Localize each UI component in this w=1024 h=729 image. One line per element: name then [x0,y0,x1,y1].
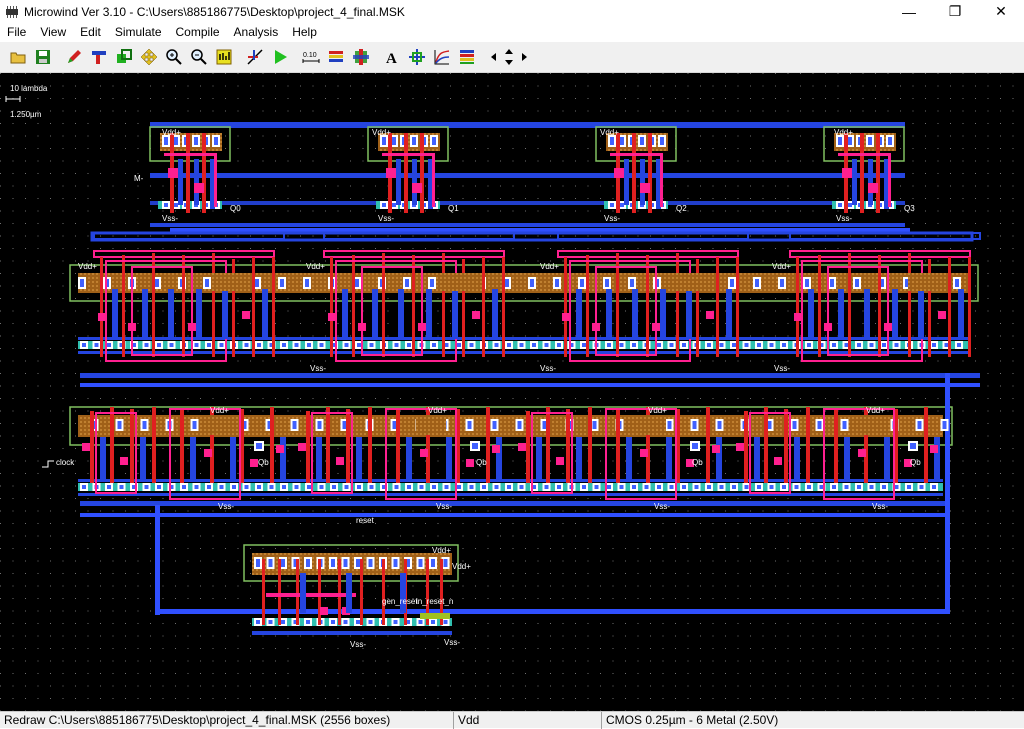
minimize-button[interactable]: — [886,0,932,23]
vss-label: Vss- [540,364,556,373]
vdd-label: Vdd+ [306,262,325,271]
distance-icon[interactable] [243,45,267,69]
m-label: M- [134,174,144,183]
clock-label: clock [56,458,75,467]
vss-label: Vss- [378,214,394,223]
q1-label: Q1 [448,204,459,213]
connector-icon[interactable] [87,45,111,69]
menu-view[interactable]: View [33,23,73,42]
layers-icon[interactable] [455,45,479,69]
vdd-label: Vdd+ [428,406,447,415]
scale-lambda-label: 10 lambda [10,84,48,93]
status-bar: Redraw C:\Users\885186775\Desktop\projec… [0,711,1024,729]
in-reset-n-label: in_reset_n [416,597,453,606]
vdd-label: Vdd+ [372,128,391,137]
q3-label: Q3 [904,204,915,213]
vdd-label: Vdd+ [210,406,229,415]
vdd-label: Vdd+ [540,262,559,271]
title-bar: Microwind Ver 3.10 - C:\Users\885186775\… [0,0,1024,23]
menu-edit[interactable]: Edit [73,23,108,42]
microwind-app-icon [4,4,20,20]
close-button[interactable]: ✕ [978,0,1024,23]
duplicate-icon[interactable] [112,45,136,69]
open-icon[interactable] [6,45,30,69]
vdd-label: Vdd+ [600,128,619,137]
navigate-icon[interactable] [486,45,532,69]
window-title: Microwind Ver 3.10 - C:\Users\885186775\… [24,4,405,19]
vdd-label: Vdd+ [866,406,885,415]
menu-analysis[interactable]: Analysis [227,23,286,42]
reset-label: reset [356,516,375,525]
stack-icon[interactable] [324,45,348,69]
run-icon[interactable] [268,45,292,69]
layout-canvas[interactable]: 10 lambda 1.250µm Vdd+ Vdd+ Vdd+ Vdd+ M-… [0,73,1024,711]
status-technology: CMOS 0.25µm - 6 Metal (2.50V) [606,713,779,727]
qb-label: Qb [476,458,487,467]
scale-icon[interactable]: 0.10 [299,45,323,69]
zoom-in-icon[interactable] [162,45,186,69]
status-node: Vdd [454,712,602,729]
vdd-label: Vdd+ [162,128,181,137]
drc-icon[interactable] [405,45,429,69]
vss-label: Vss- [604,214,620,223]
menu-help[interactable]: Help [285,23,324,42]
vss-label: Vss- [774,364,790,373]
menu-bar: File View Edit Simulate Compile Analysis… [0,23,1024,42]
menu-simulate[interactable]: Simulate [108,23,169,42]
vdd-label: Vdd+ [432,546,451,555]
zoom-out-icon[interactable] [187,45,211,69]
vdd-label: Vdd+ [834,128,853,137]
toolbar: 0.10 A [0,42,1024,73]
q0-label: Q0 [230,204,241,213]
application-window: Microwind Ver 3.10 - C:\Users\885186775\… [0,0,1024,729]
menu-compile[interactable]: Compile [169,23,227,42]
view-all-icon[interactable] [212,45,236,69]
qb-label: Qb [692,458,703,467]
vss-label: Vss- [310,364,326,373]
vdd-label: Vdd+ [78,262,97,271]
maximize-button[interactable]: ❐ [932,0,978,23]
status-redraw: Redraw C:\Users\885186775\Desktop\projec… [0,712,454,729]
text-icon[interactable]: A [380,45,404,69]
save-icon[interactable] [31,45,55,69]
vss-label: Vss- [162,214,178,223]
scale-label: 0.10 [303,52,317,59]
vss-label: Vss- [836,214,852,223]
vdd-label: Vdd+ [772,262,791,271]
vss-label: Vss- [350,640,366,649]
qb-label: Qb [258,458,269,467]
menu-file[interactable]: File [0,23,33,42]
mosfet-icon[interactable] [349,45,373,69]
qb-label: Qb [910,458,921,467]
pencil-icon[interactable] [62,45,86,69]
vss-label: Vss- [218,502,234,511]
vdd-label: Vdd+ [452,562,471,571]
q2-label: Q2 [676,204,687,213]
vss-label: Vss- [436,502,452,511]
text-tool-label: A [386,51,397,66]
vss-label: Vss- [872,502,888,511]
vss-label: Vss- [444,638,460,647]
move-icon[interactable] [137,45,161,69]
scale-micron-label: 1.250µm [10,110,42,119]
gen-reset-label: gen_reset [382,597,418,606]
vdd-label: Vdd+ [648,406,667,415]
analysis-icon[interactable] [430,45,454,69]
vss-label: Vss- [654,502,670,511]
